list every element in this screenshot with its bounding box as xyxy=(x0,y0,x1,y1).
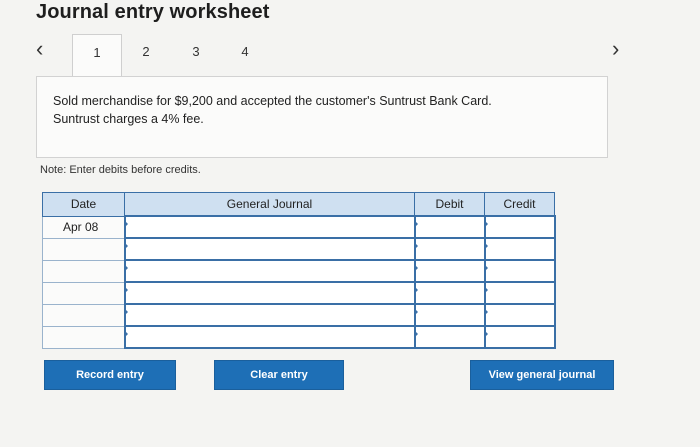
date-cell xyxy=(42,303,125,327)
record-entry-button[interactable]: Record entry xyxy=(44,360,176,390)
tab-3[interactable]: 3 xyxy=(172,34,220,76)
tab-bar: ‹ 1 2 3 4 › xyxy=(28,28,638,77)
debit-input[interactable] xyxy=(413,237,486,261)
date-header: Date xyxy=(42,192,125,217)
table-row xyxy=(42,237,556,261)
general-journal-header: General Journal xyxy=(124,192,415,217)
chevron-right-icon[interactable]: › xyxy=(612,38,619,60)
tab-label: 2 xyxy=(142,44,150,59)
table-row xyxy=(42,259,556,283)
credit-input[interactable] xyxy=(483,237,556,261)
debit-input[interactable] xyxy=(413,303,486,327)
account-input[interactable] xyxy=(123,325,416,349)
view-general-journal-button[interactable]: View general journal xyxy=(470,360,614,390)
credit-header: Credit xyxy=(484,192,555,217)
date-cell xyxy=(42,259,125,283)
journal-header-row: Date General Journal Debit Credit xyxy=(42,192,555,217)
journal-table: Date General Journal Debit Credit Apr 08 xyxy=(42,192,556,349)
debit-input[interactable] xyxy=(413,281,486,305)
credit-input[interactable] xyxy=(483,303,556,327)
transaction-line-1: Sold merchandise for $9,200 and accepted… xyxy=(53,94,492,108)
clear-entry-button[interactable]: Clear entry xyxy=(214,360,344,390)
tab-4[interactable]: 4 xyxy=(221,34,269,76)
account-input[interactable] xyxy=(123,215,416,239)
table-row xyxy=(42,325,556,349)
date-cell: Apr 08 xyxy=(42,215,125,239)
tab-label: 4 xyxy=(241,44,249,59)
credit-input[interactable] xyxy=(483,215,556,239)
tab-1[interactable]: 1 xyxy=(72,34,122,77)
account-input[interactable] xyxy=(123,237,416,261)
tab-label: 1 xyxy=(93,45,101,60)
debit-input[interactable] xyxy=(413,215,486,239)
credit-input[interactable] xyxy=(483,259,556,283)
chevron-left-icon[interactable]: ‹ xyxy=(36,38,43,60)
date-cell xyxy=(42,281,125,305)
transaction-description: Sold merchandise for $9,200 and accepted… xyxy=(53,92,573,128)
account-input[interactable] xyxy=(123,303,416,327)
credit-input[interactable] xyxy=(483,325,556,349)
credit-input[interactable] xyxy=(483,281,556,305)
debit-input[interactable] xyxy=(413,325,486,349)
page-title: Journal entry worksheet xyxy=(36,1,270,23)
debit-input[interactable] xyxy=(413,259,486,283)
transaction-panel: Sold merchandise for $9,200 and accepted… xyxy=(36,76,608,158)
note-text: Note: Enter debits before credits. xyxy=(40,164,201,176)
table-row: Apr 08 xyxy=(42,215,556,239)
debit-header: Debit xyxy=(414,192,485,217)
date-cell xyxy=(42,325,125,349)
table-row xyxy=(42,303,556,327)
transaction-line-2: Suntrust charges a 4% fee. xyxy=(53,112,204,126)
account-input[interactable] xyxy=(123,259,416,283)
table-row xyxy=(42,281,556,305)
date-cell xyxy=(42,237,125,261)
tab-label: 3 xyxy=(192,44,200,59)
account-input[interactable] xyxy=(123,281,416,305)
tab-2[interactable]: 2 xyxy=(122,34,170,76)
